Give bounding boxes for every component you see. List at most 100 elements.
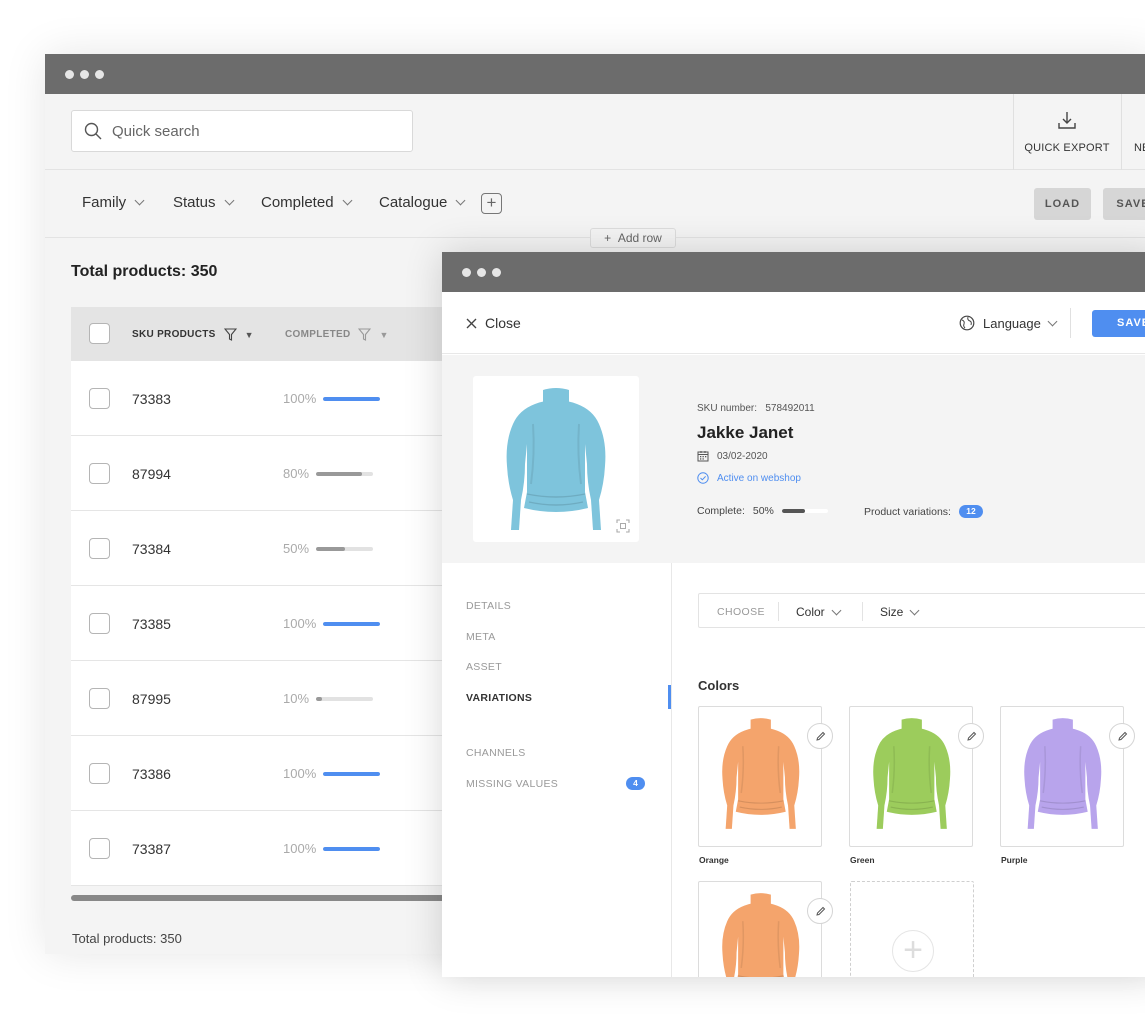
sweater-image <box>506 388 606 530</box>
zoom-frame-icon[interactable] <box>616 519 630 533</box>
edit-button[interactable] <box>1109 723 1135 749</box>
product-date: 03/02-2020 <box>697 450 768 462</box>
detail-side-nav: DETAILS META ASSET VARIATIONS CHANNELS M… <box>442 563 672 977</box>
edit-button[interactable] <box>807 898 833 924</box>
completed-cell: 100% <box>283 391 317 406</box>
save-button[interactable]: SAVE <box>1092 310 1145 337</box>
save-view-button[interactable]: SAVE <box>1103 188 1145 220</box>
nav-item-missing-values[interactable]: MISSING VALUES <box>466 778 558 790</box>
edit-button[interactable] <box>958 723 984 749</box>
completed-cell: 10% <box>283 691 310 706</box>
filter-label: Family <box>82 194 127 211</box>
chevron-down-icon <box>342 195 352 206</box>
window-controls[interactable] <box>462 268 501 277</box>
sort-caret-icon[interactable]: ▼ <box>245 330 254 340</box>
filter-status[interactable]: Status <box>173 194 234 211</box>
table-row[interactable]: 73383 100% <box>71 361 451 436</box>
pencil-icon <box>1117 731 1127 741</box>
filter-icon[interactable] <box>358 328 372 341</box>
nav-item-details[interactable]: DETAILS <box>466 600 511 612</box>
complete-value: 50% <box>752 505 774 517</box>
quick-export-button[interactable]: QUICK EXPORT <box>1013 94 1121 170</box>
plus-icon: + <box>604 231 618 245</box>
row-checkbox[interactable] <box>89 463 110 484</box>
detail-header: Close Language SAVE <box>442 292 1145 354</box>
product-variations: Product variations: 12 <box>864 505 983 518</box>
search-input[interactable] <box>112 120 402 142</box>
row-checkbox[interactable] <box>89 763 110 784</box>
color-dropdown[interactable]: Color <box>796 605 842 619</box>
column-sku-products[interactable]: SKU PRODUCTS ▼ <box>132 328 254 341</box>
row-checkbox[interactable] <box>89 613 110 634</box>
row-checkbox[interactable] <box>89 838 110 859</box>
close-icon <box>466 318 477 328</box>
calendar-icon <box>697 451 709 462</box>
top-toolbar: QUICK EXPORT NE <box>45 94 1145 170</box>
color-variation-card[interactable] <box>698 706 833 847</box>
completed-progress-bar <box>323 847 380 851</box>
table-row[interactable]: 87994 80% <box>71 436 451 511</box>
filter-icon[interactable] <box>223 328 237 341</box>
sku-label: SKU number: <box>697 403 758 414</box>
horizontal-scrollbar[interactable] <box>71 895 451 901</box>
sweater-image <box>873 718 951 829</box>
color-variation-card[interactable] <box>849 706 984 847</box>
filter-label: Catalogue <box>379 194 448 211</box>
select-all-checkbox[interactable] <box>89 323 110 344</box>
completed-progress-bar <box>316 472 373 476</box>
table-row[interactable]: 73384 50% <box>71 511 451 586</box>
sweater-shape <box>722 718 800 829</box>
filter-catalogue[interactable]: Catalogue <box>379 194 466 211</box>
sku-cell: 73387 <box>132 841 171 857</box>
sweater-shape <box>506 388 606 530</box>
table-row[interactable]: 73386 100% <box>71 736 451 811</box>
quick-search[interactable] <box>71 110 413 152</box>
filter-family[interactable]: Family <box>82 194 145 211</box>
add-color-button[interactable]: + <box>850 881 974 977</box>
sku-cell: 73386 <box>132 766 171 782</box>
nav-item-variations[interactable]: VARIATIONS <box>466 692 532 704</box>
load-button[interactable]: LOAD <box>1034 188 1091 220</box>
completed-progress-bar <box>323 772 380 776</box>
total-products-footer: Total products: 350 <box>72 931 182 946</box>
table-row[interactable]: 73387 100% <box>71 811 451 886</box>
column-completed[interactable]: COMPLETED ▼ <box>285 328 389 341</box>
sku-cell: 73384 <box>132 541 171 557</box>
new-button[interactable]: NE <box>1134 142 1145 154</box>
product-image[interactable] <box>473 376 639 542</box>
completed-cell: 50% <box>283 541 310 556</box>
sweater-image <box>722 893 800 977</box>
window-controls[interactable] <box>65 70 104 79</box>
row-checkbox[interactable] <box>89 688 110 709</box>
filter-completed[interactable]: Completed <box>261 194 352 211</box>
total-products-title: Total products: 350 <box>71 263 218 280</box>
nav-item-asset[interactable]: ASSET <box>466 661 502 673</box>
webshop-status: Active on webshop <box>697 472 801 484</box>
sweater-image <box>1024 718 1102 829</box>
table-row[interactable]: 73385 100% <box>71 586 451 661</box>
complete-progress-bar <box>781 509 828 513</box>
variations-count-badge: 12 <box>958 505 983 518</box>
table-row[interactable]: 87995 10% <box>71 661 451 736</box>
language-selector[interactable]: Language <box>959 315 1058 331</box>
plus-icon: + <box>486 193 497 212</box>
nav-item-meta[interactable]: META <box>466 631 496 643</box>
sort-caret-icon[interactable]: ▼ <box>379 330 388 340</box>
chevron-down-icon <box>1047 316 1058 326</box>
row-checkbox[interactable] <box>89 388 110 409</box>
size-dropdown[interactable]: Size <box>880 605 920 619</box>
sku-value: 578492011 <box>765 403 815 414</box>
close-button[interactable]: Close <box>466 315 521 331</box>
plus-icon: + <box>892 930 934 972</box>
row-checkbox[interactable] <box>89 538 110 559</box>
nav-item-channels[interactable]: CHANNELS <box>466 747 526 759</box>
column-label: SKU PRODUCTS <box>132 329 216 340</box>
color-variation-card[interactable] <box>1000 706 1135 847</box>
color-variation-label: Green <box>850 855 875 865</box>
add-filter-button[interactable]: + <box>481 193 502 214</box>
edit-button[interactable] <box>807 723 833 749</box>
add-row-button[interactable]: + Add row <box>590 228 676 248</box>
completed-progress-bar <box>316 697 373 701</box>
color-variation-card[interactable] <box>698 881 833 977</box>
complete-indicator: Complete: 50% <box>697 505 828 517</box>
